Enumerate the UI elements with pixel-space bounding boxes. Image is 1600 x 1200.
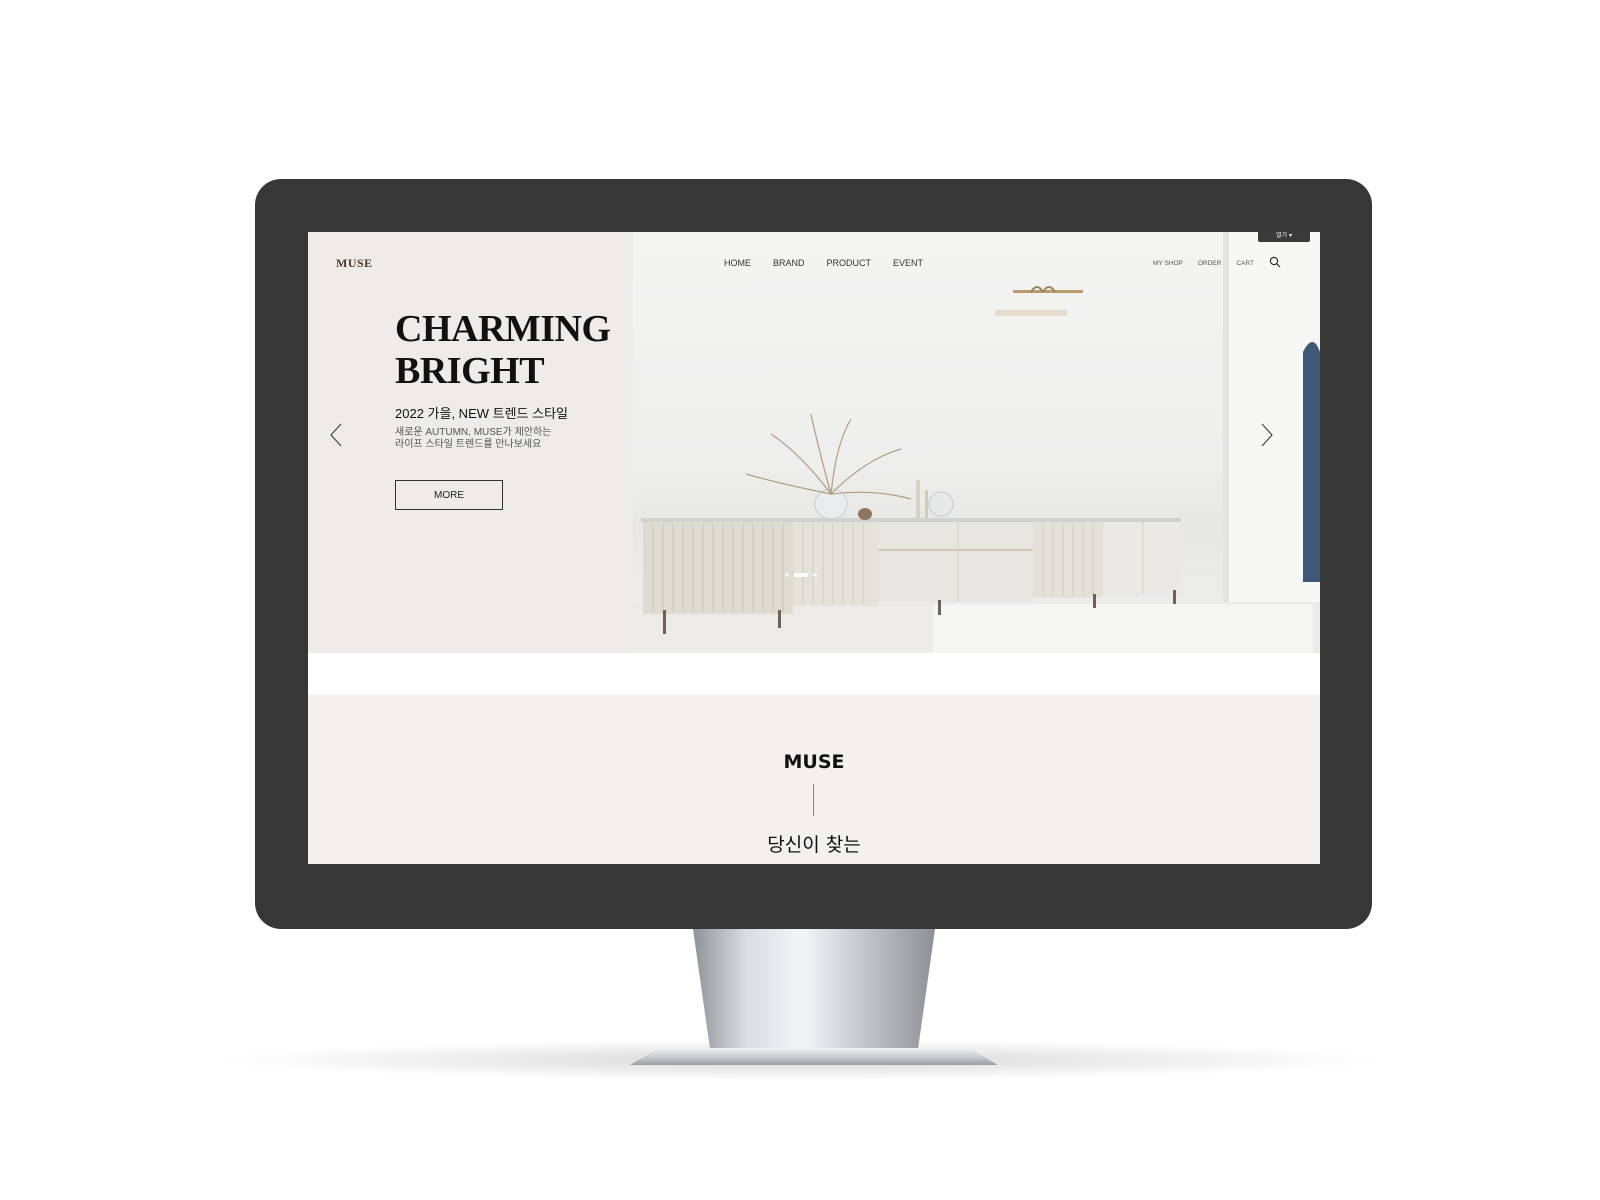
main-nav: HOME BRAND PRODUCT EVENT bbox=[724, 258, 945, 268]
monitor-frame: MUSE HOME BRAND PRODUCT EVENT MY SHOP OR… bbox=[255, 179, 1372, 929]
chevron-right-icon[interactable] bbox=[1259, 422, 1275, 448]
monitor-stand bbox=[693, 929, 935, 1049]
slider-dot[interactable] bbox=[813, 573, 817, 577]
slider-pagination bbox=[785, 573, 817, 577]
cart-link[interactable]: CART bbox=[1236, 260, 1254, 267]
slider-dot-active[interactable] bbox=[794, 573, 808, 577]
chevron-left-icon[interactable] bbox=[328, 422, 344, 448]
hero-description: 새로운 AUTUMN, MUSE가 제안하는 라이프 스타일 트렌드를 만나보세… bbox=[395, 427, 595, 451]
my-shop-link[interactable]: MY SHOP bbox=[1153, 260, 1183, 267]
site-logo[interactable]: MUSE bbox=[336, 256, 373, 271]
website-screen: MUSE HOME BRAND PRODUCT EVENT MY SHOP OR… bbox=[308, 232, 1320, 864]
nav-brand[interactable]: BRAND bbox=[773, 258, 805, 268]
open-menu-button[interactable]: 열기 ▾ bbox=[1258, 232, 1310, 242]
order-link[interactable]: ORDER bbox=[1198, 260, 1221, 267]
intro-subtitle: 당신이 찾는 bbox=[767, 834, 861, 856]
hero-subtitle: 2022 가을, NEW 트렌드 스타일 bbox=[395, 406, 568, 421]
brand-intro-section: MUSE 당신이 찾는 bbox=[308, 695, 1320, 864]
furniture-photo bbox=[633, 232, 1320, 653]
hero-title-line-1: CHARMING bbox=[395, 308, 611, 350]
search-icon[interactable] bbox=[1269, 256, 1281, 268]
divider-line bbox=[813, 784, 814, 816]
intro-title: MUSE bbox=[783, 751, 845, 773]
hero-title-line-2: BRIGHT bbox=[395, 350, 545, 392]
monitor-stand-base bbox=[630, 1048, 998, 1065]
hero-slider: MUSE HOME BRAND PRODUCT EVENT MY SHOP OR… bbox=[308, 232, 1320, 653]
hero-image bbox=[633, 232, 1320, 653]
nav-event[interactable]: EVENT bbox=[893, 258, 923, 268]
hero-title: CHARMING BRIGHT bbox=[395, 308, 655, 392]
hero-description-line-2: 라이프 스타일 트렌드를 만나보세요 bbox=[395, 439, 542, 450]
hero-description-line-1: 새로운 AUTUMN, MUSE가 제안하는 bbox=[395, 427, 552, 438]
nav-home[interactable]: HOME bbox=[724, 258, 751, 268]
slider-dot[interactable] bbox=[785, 573, 789, 577]
utility-menu: MY SHOP ORDER CART bbox=[1153, 256, 1281, 268]
nav-product[interactable]: PRODUCT bbox=[827, 258, 872, 268]
more-button[interactable]: MORE bbox=[395, 480, 503, 510]
